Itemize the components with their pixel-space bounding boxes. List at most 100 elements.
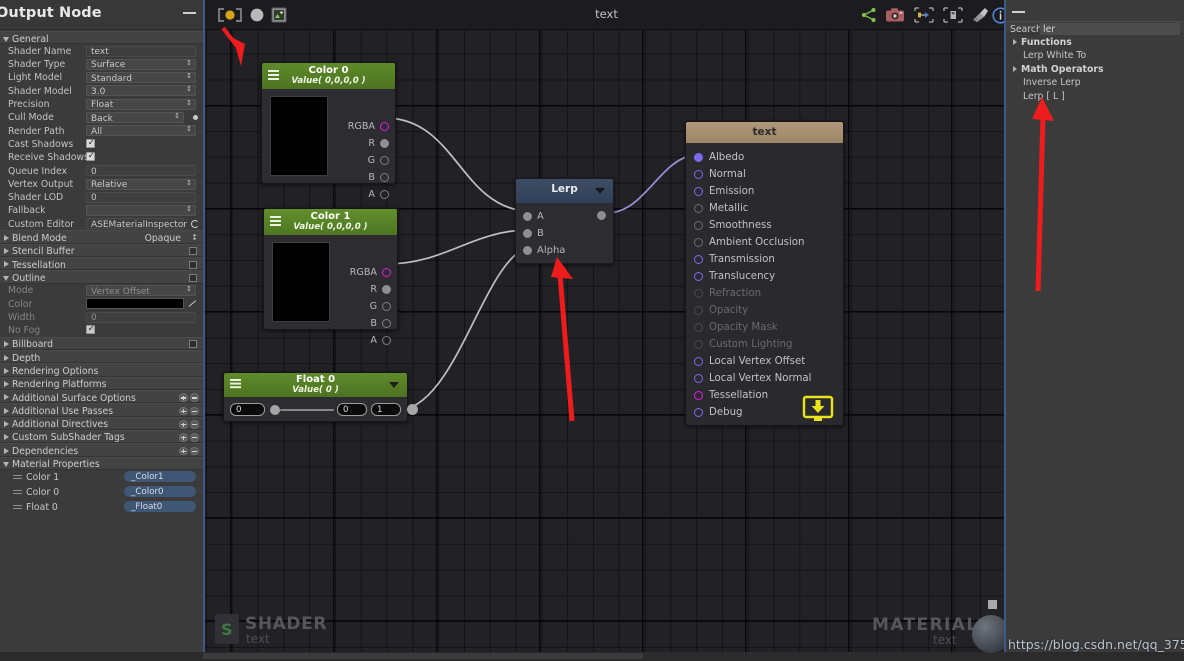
float-value-input[interactable]: 0 [230,403,265,416]
input-port-b[interactable]: B [523,228,544,239]
cast-shadows-checkbox[interactable] [86,138,95,149]
add-icon[interactable] [179,433,188,442]
add-icon[interactable] [179,446,188,456]
shader-lod-input[interactable]: 0 [86,191,196,203]
material-property-name-badge[interactable]: _Float0 [124,501,196,513]
node-lerp-header[interactable]: Lerp [516,179,613,203]
port-dot[interactable] [380,139,389,148]
billboard-checkbox[interactable] [189,340,197,349]
node-float0-header[interactable]: Float 0 Value( 0 ) [224,373,407,397]
outline-checkbox[interactable] [189,273,197,282]
outline-color-swatch[interactable] [86,298,184,310]
section-header-custom-subshader-tags[interactable]: Custom SubShader Tags [0,429,203,443]
port-dot[interactable] [382,268,391,277]
row-outline-color[interactable]: Color [0,297,203,310]
float-min-input[interactable]: 0 [337,403,367,416]
shader-type-dropdown[interactable]: Surface ↕ [86,58,196,70]
section-header-depth[interactable]: Depth [0,350,203,364]
master-port-translucency[interactable]: Translucency [694,271,775,282]
section-header-additional-surface-options[interactable]: Additional Surface Options [0,390,203,404]
color-swatch[interactable] [272,242,330,322]
master-port-albedo[interactable]: Albedo [694,152,744,163]
precision-dropdown[interactable]: Float ↕ [86,98,196,110]
row-receive-shadows[interactable]: Receive Shadows [0,151,203,164]
fit-to-screen-icon[interactable] [943,7,963,27]
add-icon[interactable] [179,419,188,429]
shader-name-input[interactable]: text [86,45,196,57]
node-color1-header[interactable]: Color 1 Value( 0,0,0,0 ) [264,209,397,235]
node-lerp[interactable]: Lerp A B Alpha [515,178,614,264]
port-dot[interactable] [694,169,703,179]
port-r[interactable]: R [370,284,391,296]
material-preview-sphere[interactable] [972,615,1004,653]
port-dot[interactable] [380,190,389,199]
port-g[interactable]: G [368,155,389,167]
port-dot[interactable] [694,152,703,162]
row-fallback[interactable]: Fallback ↕ [0,204,203,217]
row-shader-lod[interactable]: Shader LOD 0 [0,191,203,204]
section-header-blend-mode[interactable]: Blend Mode Opaque ↕ [0,230,203,244]
search-result-group-math-operators[interactable]: Math Operators [1006,62,1184,76]
slider-knob[interactable] [270,405,280,415]
port-dot[interactable] [380,122,389,131]
row-custom-editor[interactable]: Custom Editor ASEMaterialInspector [0,217,203,230]
screenshot-preview-icon[interactable] [271,7,287,27]
search-bar[interactable]: Search ler [1006,21,1184,35]
port-g[interactable]: G [370,301,391,313]
light-model-dropdown[interactable]: Standard ↕ [86,72,196,84]
port-dot[interactable] [694,237,703,247]
node-color0-header[interactable]: Color 0 Value( 0,0,0,0 ) [262,63,395,89]
save-download-icon[interactable] [802,395,834,427]
port-dot[interactable] [382,336,391,345]
search-input[interactable]: ler [1040,22,1180,35]
section-header-rendering-options[interactable]: Rendering Options [0,363,203,377]
port-dot[interactable] [523,245,532,255]
section-header-material-properties[interactable]: Material Properties [0,456,203,470]
port-rgba[interactable]: RGBA [348,121,389,133]
row-precision[interactable]: Precision Float ↕ [0,97,203,110]
port-dot[interactable] [694,373,703,383]
port-dot[interactable] [694,254,703,264]
reload-icon[interactable] [191,219,199,228]
row-outline-width[interactable]: Width 0 [0,310,203,323]
material-property-row[interactable]: Float 0 _Float0 [0,500,203,515]
shader-model-dropdown[interactable]: 3.0 ↕ [86,85,196,97]
row-vertex-output[interactable]: Vertex Output Relative ↕ [0,177,203,190]
row-shader-model[interactable]: Shader Model 3.0 ↕ [0,84,203,97]
port-rgba[interactable]: RGBA [350,267,391,279]
row-outline-mode[interactable]: Mode Vertex Offset ↕ [0,284,203,297]
slider-track[interactable] [280,409,334,412]
port-dot[interactable] [382,285,391,294]
outline-width-input[interactable]: 0 [86,311,196,323]
port-dot[interactable] [694,356,703,366]
row-outline-no-fog[interactable]: No Fog [0,324,203,337]
master-port-debug[interactable]: Debug [694,407,743,418]
material-property-name-badge[interactable]: _Color0 [124,486,196,498]
port-dot-output[interactable] [407,404,418,415]
add-icon[interactable] [179,406,188,416]
stepper-arrows-icon[interactable]: ↕ [191,233,198,242]
material-preview-resize-handle[interactable] [988,600,997,609]
row-light-model[interactable]: Light Model Standard ↕ [0,71,203,84]
row-shader-name[interactable]: Shader Name text [0,44,203,57]
node-float0[interactable]: Float 0 Value( 0 ) 0 0 1 [223,372,418,422]
section-header-tessellation[interactable]: Tessellation [0,257,203,271]
node-master[interactable]: text Albedo Normal Emission Metallic Smo… [685,121,844,426]
vertex-output-dropdown[interactable]: Relative ↕ [86,178,196,190]
outline-mode-dropdown[interactable]: Vertex Offset ↕ [86,284,196,297]
input-port-a[interactable]: A [523,211,544,222]
render-path-dropdown[interactable]: All ↕ [86,125,196,137]
port-dot[interactable] [694,220,703,230]
row-queue-index[interactable]: Queue Index 0 [0,164,203,177]
section-header-dependencies[interactable]: Dependencies [0,443,203,457]
minimize-icon[interactable] [183,12,196,14]
no-fog-checkbox[interactable] [86,324,95,335]
port-r[interactable]: R [368,138,389,150]
port-dot[interactable] [382,319,391,328]
search-result-group-functions[interactable]: Functions [1006,35,1184,49]
section-header-rendering-platforms[interactable]: Rendering Platforms [0,376,203,390]
remove-icon[interactable] [190,406,199,416]
port-a[interactable]: A [370,335,391,347]
master-port-normal[interactable]: Normal [694,169,746,180]
master-port-local-vertex-normal[interactable]: Local Vertex Normal [694,373,812,384]
